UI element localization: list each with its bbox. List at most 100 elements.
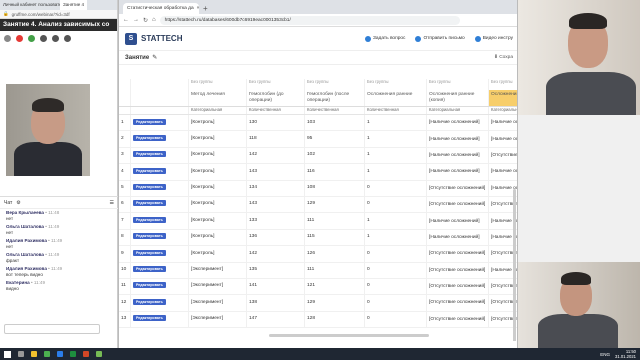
column-header[interactable] <box>119 90 131 106</box>
edit-row-button[interactable]: Редактировать <box>133 266 166 273</box>
cell-value[interactable]: 126 <box>307 251 315 256</box>
cell-value[interactable]: 141 <box>249 283 257 288</box>
cell-value[interactable]: [Наличие осложнений] <box>429 153 480 158</box>
cell-value[interactable]: [Контроль] <box>191 120 215 125</box>
menu-icon[interactable]: ☰ <box>110 200 114 206</box>
cell-value[interactable]: 138 <box>249 300 257 305</box>
app-icon[interactable] <box>96 351 102 357</box>
cell-value[interactable]: 116 <box>307 169 315 174</box>
column-header[interactable]: Гемоглобин (до операции) <box>247 90 305 106</box>
cell-value[interactable]: 1 <box>367 152 370 157</box>
column-header[interactable]: Осложнения поздние <box>489 90 517 106</box>
cell-value[interactable]: 1 <box>367 136 370 141</box>
camera-icon[interactable] <box>4 34 11 42</box>
cell-value[interactable]: 0 <box>367 251 370 256</box>
vertical-scrollbar[interactable] <box>513 189 516 341</box>
webinar-tab-1[interactable]: Личный кабинет пользователя <box>0 0 60 10</box>
chrome-icon[interactable] <box>44 351 50 357</box>
column-header[interactable]: Осложнения ранние <box>365 90 427 106</box>
cell-value[interactable]: [Наличие осложнений] <box>429 137 480 142</box>
search-icon[interactable] <box>18 351 24 357</box>
cell-value[interactable]: 0 <box>367 316 370 321</box>
cell-value[interactable]: 0 <box>367 185 370 190</box>
edit-row-button[interactable]: Редактировать <box>133 282 166 289</box>
cell-value[interactable]: [Отсутствие осложнений] <box>429 186 485 191</box>
column-header[interactable]: Гемоглобин (после операции) <box>305 90 365 106</box>
cell-value[interactable]: 0 <box>367 283 370 288</box>
cell-value[interactable]: 121 <box>307 283 315 288</box>
edit-row-button[interactable]: Редактировать <box>133 167 166 174</box>
webinar-tab-2[interactable]: Занятие 4 <box>60 0 87 10</box>
column-header[interactable]: Метод лечения <box>189 90 247 106</box>
cell-value[interactable]: 130 <box>249 120 257 125</box>
cell-value[interactable]: [Отсутствие осложнений] <box>429 284 485 289</box>
cell-value[interactable]: 102 <box>307 152 315 157</box>
edit-row-button[interactable]: Редактировать <box>133 249 166 256</box>
cell-value[interactable]: 108 <box>307 185 315 190</box>
cell-value[interactable]: 142 <box>249 152 257 157</box>
cell-value[interactable]: [Наличие осложнений] <box>491 120 517 125</box>
edit-row-button[interactable]: Редактировать <box>133 134 166 141</box>
edit-pencil-icon[interactable]: ✎ <box>152 54 157 61</box>
cell-value[interactable]: [Эксперимент] <box>191 267 223 272</box>
new-tab-icon[interactable]: + <box>203 3 208 14</box>
url-input[interactable]: https://stattech.ru/databases/600db7c691… <box>159 15 460 25</box>
cell-value[interactable]: 143 <box>249 169 257 174</box>
cell-value[interactable]: [Контроль] <box>191 185 215 190</box>
language-indicator[interactable]: ENG <box>600 352 610 357</box>
menu-icon[interactable] <box>64 34 71 42</box>
browser-tab-stattech[interactable]: Статистическая обработка да × <box>123 3 199 14</box>
cell-value[interactable]: 1 <box>367 169 370 174</box>
cell-value[interactable]: 0 <box>367 267 370 272</box>
cell-value[interactable]: [Эксперимент] <box>191 300 223 305</box>
cell-value[interactable]: 135 <box>249 267 257 272</box>
edit-row-button[interactable]: Редактировать <box>133 315 166 322</box>
reload-icon[interactable]: ↻ <box>143 17 148 24</box>
horizontal-scrollbar[interactable] <box>269 334 429 337</box>
edit-row-button[interactable]: Редактировать <box>133 233 166 240</box>
settings-icon[interactable] <box>40 34 47 42</box>
edit-row-button[interactable]: Редактировать <box>133 216 166 223</box>
cell-value[interactable]: [Контроль] <box>191 218 215 223</box>
edit-row-button[interactable]: Редактировать <box>133 184 166 191</box>
edit-row-button[interactable]: Редактировать <box>133 298 166 305</box>
cell-value[interactable]: 111 <box>307 218 314 223</box>
gear-icon[interactable]: ⚙ <box>16 200 20 206</box>
cell-value[interactable]: [Наличие осложнений] <box>429 169 480 174</box>
home-icon[interactable]: ⌂ <box>152 17 156 23</box>
clock[interactable]: 11:50 31.01.2021 <box>615 349 636 359</box>
forward-icon[interactable]: → <box>133 17 139 23</box>
cell-value[interactable]: [Наличие осложнений] <box>491 137 517 142</box>
cell-value[interactable]: 143 <box>249 201 257 206</box>
app-logo[interactable]: S STATTECH <box>125 32 182 45</box>
cell-value[interactable]: 103 <box>307 120 315 125</box>
windows-start-icon[interactable] <box>4 350 11 358</box>
cell-value[interactable]: [Контроль] <box>191 201 215 206</box>
cell-value[interactable]: [Контроль] <box>191 251 215 256</box>
cell-value[interactable]: [Контроль] <box>191 234 215 239</box>
save-button[interactable]: ⬇ Сохра <box>494 55 513 60</box>
cell-value[interactable]: [Наличие осложнений] <box>429 120 480 125</box>
cell-value[interactable]: 133 <box>249 218 257 223</box>
cell-value[interactable]: 95 <box>307 136 312 141</box>
back-icon[interactable]: ← <box>123 17 129 23</box>
cell-value[interactable]: [Отсутствие осложнений] <box>429 317 485 322</box>
cell-value[interactable]: 118 <box>249 136 257 141</box>
edit-row-button[interactable]: Редактировать <box>133 118 166 125</box>
column-header[interactable]: Осложнения ранние (копия) <box>427 90 489 106</box>
edit-row-button[interactable]: Редактировать <box>133 200 166 207</box>
mic-icon[interactable] <box>28 34 35 42</box>
edit-row-button[interactable]: Редактировать <box>133 151 166 158</box>
chat-input[interactable] <box>4 324 100 334</box>
record-icon[interactable] <box>16 34 23 42</box>
cell-value[interactable]: [Контроль] <box>191 169 215 174</box>
excel-icon[interactable] <box>70 351 76 357</box>
cell-value[interactable]: [Наличие осложнений] <box>429 235 480 240</box>
cell-value[interactable]: [Контроль] <box>191 152 215 157</box>
gear-icon[interactable] <box>52 34 59 42</box>
cell-value[interactable]: [Эксперимент] <box>191 283 223 288</box>
webinar-address-bar[interactable]: 🔒 gruffme.com/webinar/?id=3df <box>0 10 117 19</box>
cell-value[interactable]: 136 <box>249 234 257 239</box>
cell-value[interactable]: [Контроль] <box>191 136 215 141</box>
cell-value[interactable]: 129 <box>307 300 315 305</box>
